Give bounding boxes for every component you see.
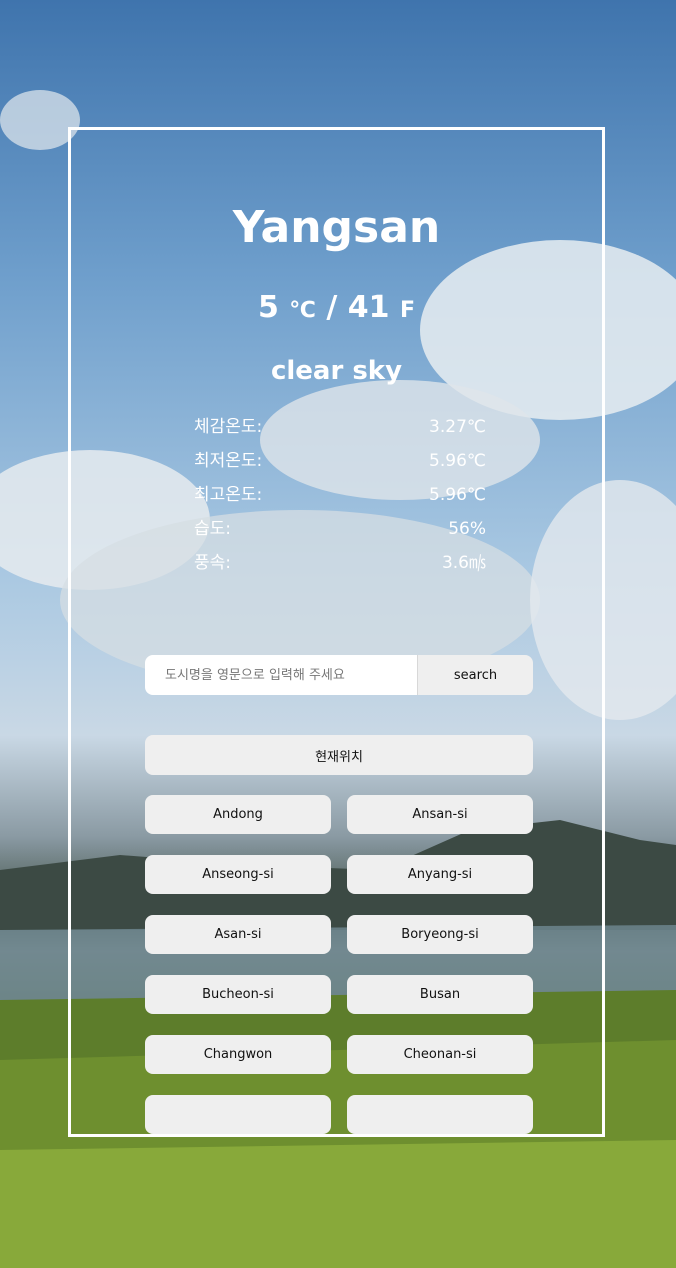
detail-label: 최저온도: [194,451,263,471]
city-button-changwon[interactable]: Changwon [145,1035,331,1074]
city-name: Yangsan [232,202,441,253]
detail-label: 풍속: [194,553,232,573]
detail-row-max-temp: 최고온도: 5.96℃ [194,478,486,512]
city-button-next-partial[interactable] [145,1095,331,1134]
temperature: 5 ℃ / 41 F [71,290,602,325]
city-button-asan-si[interactable]: Asan-si [145,915,331,954]
city-button-boryeong-si[interactable]: Boryeong-si [347,915,533,954]
city-button-anseong-si[interactable]: Anseong-si [145,855,331,894]
fahrenheit-unit: F [400,298,416,323]
detail-row-humidity: 습도: 56% [194,512,486,546]
detail-label: 최고온도: [194,485,263,505]
city-button-cheonan-si[interactable]: Cheonan-si [347,1035,533,1074]
temp-fahrenheit: 41 [347,290,390,325]
weather-details: 체감온도: 3.27℃ 최저온도: 5.96℃ 최고온도: 5.96℃ 습도: … [194,410,486,580]
detail-row-min-temp: 최저온도: 5.96℃ [194,444,486,478]
celsius-unit: ℃ [289,298,316,323]
weather-description: clear sky [270,356,403,386]
city-button-anyang-si[interactable]: Anyang-si [347,855,533,894]
detail-row-feels-like: 체감온도: 3.27℃ [194,410,486,444]
city-button-ansan-si[interactable]: Ansan-si [347,795,533,834]
search-button[interactable]: search [417,655,533,695]
city-button-andong[interactable]: Andong [145,795,331,834]
weather-panel: Yangsan 5 ℃ / 41 F clear sky 체감온도: 3.27℃… [68,127,605,1137]
temp-celsius: 5 [257,290,279,325]
city-button-busan[interactable]: Busan [347,975,533,1014]
city-search-input[interactable] [145,655,417,695]
detail-label: 체감온도: [194,417,263,437]
search-bar: search [145,655,533,695]
detail-value: 5.96℃ [429,451,486,471]
detail-value: 3.6㎧ [441,553,486,573]
detail-value: 5.96℃ [429,485,486,505]
detail-value: 56% [448,519,486,539]
detail-row-wind-speed: 풍속: 3.6㎧ [194,546,486,580]
detail-value: 3.27℃ [429,417,486,437]
city-button-bucheon-si[interactable]: Bucheon-si [145,975,331,1014]
detail-label: 습도: [194,519,232,539]
city-button-next-partial[interactable] [347,1095,533,1134]
temp-separator: / [326,290,338,325]
current-location-button[interactable]: 현재위치 [145,735,533,775]
